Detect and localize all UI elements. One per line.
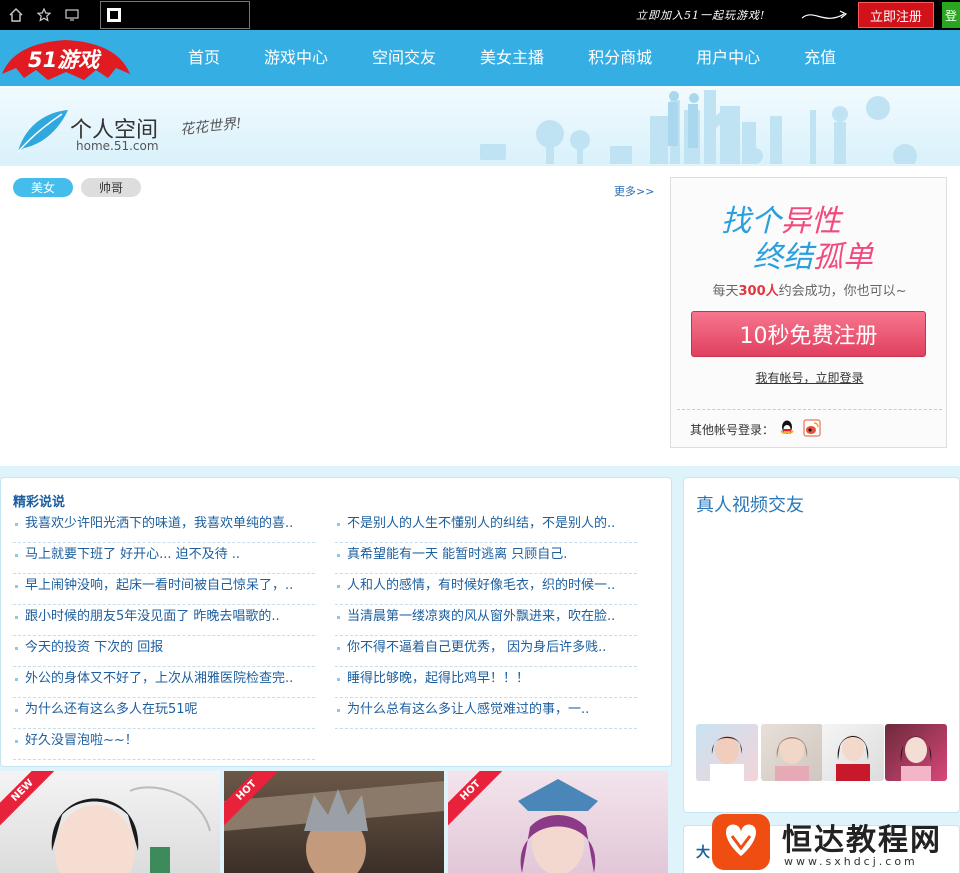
headline-2b: 孤单 bbox=[813, 240, 873, 275]
game-thumbnail-1[interactable]: NEW bbox=[0, 771, 220, 873]
nav-item-social[interactable]: 空间交友 bbox=[354, 30, 454, 86]
watermark-name: 恒达教程网 bbox=[782, 823, 942, 858]
avatar[interactable] bbox=[885, 724, 947, 781]
city-skyline-icon bbox=[480, 90, 917, 164]
toolbar-icons bbox=[6, 6, 82, 24]
avatar[interactable] bbox=[822, 724, 884, 781]
list-item[interactable]: 真希望能有一天 能暂时逃离 只顾自己. bbox=[335, 543, 637, 574]
list-item[interactable]: 你不得不逼着自己更优秀， 因为身后许多贱.. bbox=[335, 636, 637, 667]
watermark-url: www.sxhdcj.com bbox=[784, 855, 918, 868]
list-item[interactable]: 马上就要下班了 好开心... 迫不及待 .. bbox=[13, 543, 315, 574]
nav-item-recharge[interactable]: 充值 bbox=[786, 30, 854, 86]
list-item[interactable]: 好久没冒泡啦~~！ bbox=[13, 729, 315, 760]
weibo-icon[interactable] bbox=[803, 419, 821, 437]
top-bar: 立即加入51一起玩游戏! 立即注册 登 bbox=[0, 0, 960, 30]
sub-pre: 每天 bbox=[712, 284, 739, 299]
qq-icon[interactable] bbox=[778, 419, 796, 437]
nav-item-points-mall[interactable]: 积分商城 bbox=[570, 30, 670, 86]
nav-item-anchors[interactable]: 美女主播 bbox=[462, 30, 562, 86]
list-item[interactable]: 为什么总有这么多让人感觉难过的事，一.. bbox=[335, 698, 637, 729]
free-register-button[interactable]: 10秒免费注册 bbox=[691, 311, 926, 357]
register-button[interactable]: 立即注册 bbox=[858, 2, 934, 28]
list-item[interactable]: 当清晨第一缕凉爽的风从窗外飘进来，吹在脸.. bbox=[335, 605, 637, 636]
heart-logo-icon bbox=[726, 824, 756, 856]
list-item[interactable]: 早上闹钟没响，起床一看时间被自己惊呆了，.. bbox=[13, 574, 315, 605]
game-thumbnail-2[interactable]: HOT bbox=[224, 771, 444, 873]
avatar[interactable] bbox=[761, 724, 823, 781]
list-item[interactable]: 为什么还有这么多人在玩51呢 bbox=[13, 698, 315, 729]
list-item[interactable]: 我喜欢少许阳光洒下的味道，我喜欢单纯的喜.. bbox=[13, 512, 315, 543]
register-box: 找个异性 终结孤单 每天300人约会成功，你也可以~ 10秒免费注册 我有帐号，… bbox=[670, 177, 947, 448]
space-banner: 个人空间 home.51.com 花花世界! bbox=[0, 86, 960, 164]
watermark-logo bbox=[712, 814, 770, 870]
star-icon[interactable] bbox=[34, 6, 54, 24]
headline-2a: 终结 bbox=[753, 240, 813, 275]
main-nav: 51游戏 首页 游戏中心 空间交友 美女主播 积分商城 用户中心 充值 bbox=[0, 30, 960, 86]
list-item[interactable]: 不是别人的人生不懂别人的纠结，不是别人的.. bbox=[335, 512, 637, 543]
bottom-right-title: 大 bbox=[696, 845, 710, 861]
logo-text: 51游戏 bbox=[28, 48, 100, 72]
home-icon[interactable] bbox=[6, 6, 26, 24]
site-logo[interactable]: 51游戏 bbox=[0, 34, 132, 82]
square-icon bbox=[107, 8, 121, 22]
talk-title: 精彩说说 bbox=[13, 495, 66, 510]
watermark: 恒达教程网 www.sxhdcj.com bbox=[712, 812, 960, 873]
search-box[interactable] bbox=[100, 1, 250, 29]
login-button[interactable]: 登 bbox=[942, 2, 960, 28]
monitor-icon[interactable] bbox=[62, 6, 82, 24]
list-item[interactable]: 外公的身体又不好了，上次从湘雅医院检查完.. bbox=[13, 667, 315, 698]
sub-number: 300人 bbox=[738, 284, 779, 299]
arrow-icon bbox=[801, 10, 848, 19]
feather-icon bbox=[17, 110, 68, 153]
register-subtitle: 每天300人约会成功，你也可以~ bbox=[671, 280, 948, 299]
list-item[interactable]: 睡得比够晚，起得比鸡早！！！ bbox=[335, 667, 637, 698]
nav-item-user-center[interactable]: 用户中心 bbox=[678, 30, 778, 86]
tab-boys[interactable]: 帅哥 bbox=[81, 178, 141, 197]
login-link[interactable]: 我有帐号，立即登录 bbox=[671, 369, 948, 386]
game-thumbnail-3[interactable]: HOT bbox=[448, 771, 668, 873]
sub-post: 约会成功，你也可以~ bbox=[778, 284, 907, 299]
video-title: 真人视频交友 bbox=[696, 495, 804, 516]
tab-girls[interactable]: 美女 bbox=[13, 178, 73, 197]
register-headline-2: 终结孤单 bbox=[753, 232, 873, 276]
divider bbox=[677, 409, 942, 410]
other-login-label: 其他帐号登录： bbox=[690, 423, 775, 437]
list-item[interactable]: 人和人的感情，有时候好像毛衣，织的时候一.. bbox=[335, 574, 637, 605]
list-item[interactable]: 跟小时候的朋友5年没见面了 昨晚去唱歌的.. bbox=[13, 605, 315, 636]
join-slogan: 立即加入51一起玩游戏! bbox=[636, 9, 766, 22]
nav-item-home[interactable]: 首页 bbox=[170, 30, 238, 86]
nav-item-game-center[interactable]: 游戏中心 bbox=[246, 30, 346, 86]
more-link[interactable]: 更多>> bbox=[614, 183, 654, 199]
list-item[interactable]: 今天的投资 下次的 回报 bbox=[13, 636, 315, 667]
avatar[interactable] bbox=[696, 724, 758, 781]
page-url: home.51.com bbox=[76, 139, 159, 153]
page-tagline: 花花世界! bbox=[179, 115, 243, 139]
